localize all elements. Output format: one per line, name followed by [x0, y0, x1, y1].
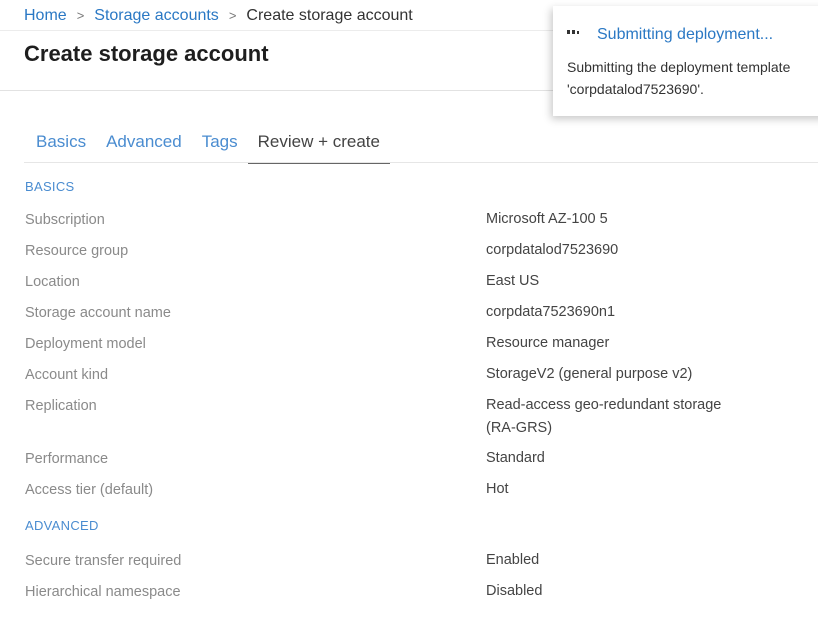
summary-value-access-tier: Hot — [486, 481, 509, 497]
tab-tags[interactable]: Tags — [192, 126, 248, 160]
breadcrumb-home-link[interactable]: Home — [24, 6, 67, 26]
tab-basics[interactable]: Basics — [26, 126, 96, 160]
summary-label-replication: Replication — [25, 398, 97, 414]
tab-advanced[interactable]: Advanced — [96, 126, 192, 160]
breadcrumb: Home > Storage accounts > Create storage… — [24, 6, 413, 26]
section-heading-advanced: ADVANCED — [25, 518, 99, 533]
tab-bar: Basics Advanced Tags Review + create — [26, 126, 391, 164]
summary-value-replication: Read-access geo-redundant storage (RA-GR… — [486, 397, 722, 436]
in-progress-dots-icon — [567, 30, 579, 34]
summary-label-deployment-model: Deployment model — [25, 336, 146, 352]
breadcrumb-current: Create storage account — [246, 7, 413, 24]
notification-body-line: Submitting the deployment template — [567, 59, 791, 75]
summary-label-hierarchical-namespace: Hierarchical namespace — [25, 584, 181, 600]
summary-value-secure-transfer: Enabled — [486, 552, 540, 568]
summary-value-storage-account-name: corpdata7523690n1 — [486, 304, 616, 320]
summary-label-storage-account-name: Storage account name — [25, 305, 171, 321]
summary-label-performance: Performance — [25, 451, 109, 467]
notification-body: Submitting the deployment template 'corp… — [567, 56, 818, 100]
summary-value-deployment-model: Resource manager — [486, 335, 610, 351]
summary-value-subscription: Microsoft AZ-100 5 — [486, 211, 608, 227]
summary-label-secure-transfer: Secure transfer required — [25, 553, 182, 569]
tab-review-create[interactable]: Review + create — [247, 126, 391, 164]
summary-label-subscription: Subscription — [25, 212, 105, 228]
summary-value-account-kind: StorageV2 (general purpose v2) — [486, 366, 693, 382]
divider — [24, 162, 818, 163]
create-storage-account-page: Home > Storage accounts > Create storage… — [0, 0, 818, 634]
summary-label-location: Location — [25, 274, 80, 290]
summary-value-performance: Standard — [486, 450, 545, 466]
breadcrumb-separator: > — [76, 8, 85, 23]
breadcrumb-separator: > — [228, 8, 237, 23]
summary-value-resource-group: corpdatalod7523690 — [486, 242, 619, 258]
summary-value-location: East US — [486, 273, 540, 289]
section-heading-basics: BASICS — [25, 179, 75, 194]
notification-body-line: 'corpdatalod7523690'. — [567, 81, 704, 97]
summary-label-resource-group: Resource group — [25, 243, 129, 259]
notification-title: Submitting deployment... — [597, 26, 774, 43]
summary-value-hierarchical-namespace: Disabled — [486, 583, 543, 599]
summary-label-account-kind: Account kind — [25, 367, 109, 383]
page-title: Create storage account — [24, 41, 269, 66]
summary-label-access-tier: Access tier (default) — [25, 482, 154, 498]
deployment-notification[interactable]: Submitting deployment... Submitting the … — [553, 6, 818, 116]
breadcrumb-storage-accounts-link[interactable]: Storage accounts — [94, 6, 219, 26]
